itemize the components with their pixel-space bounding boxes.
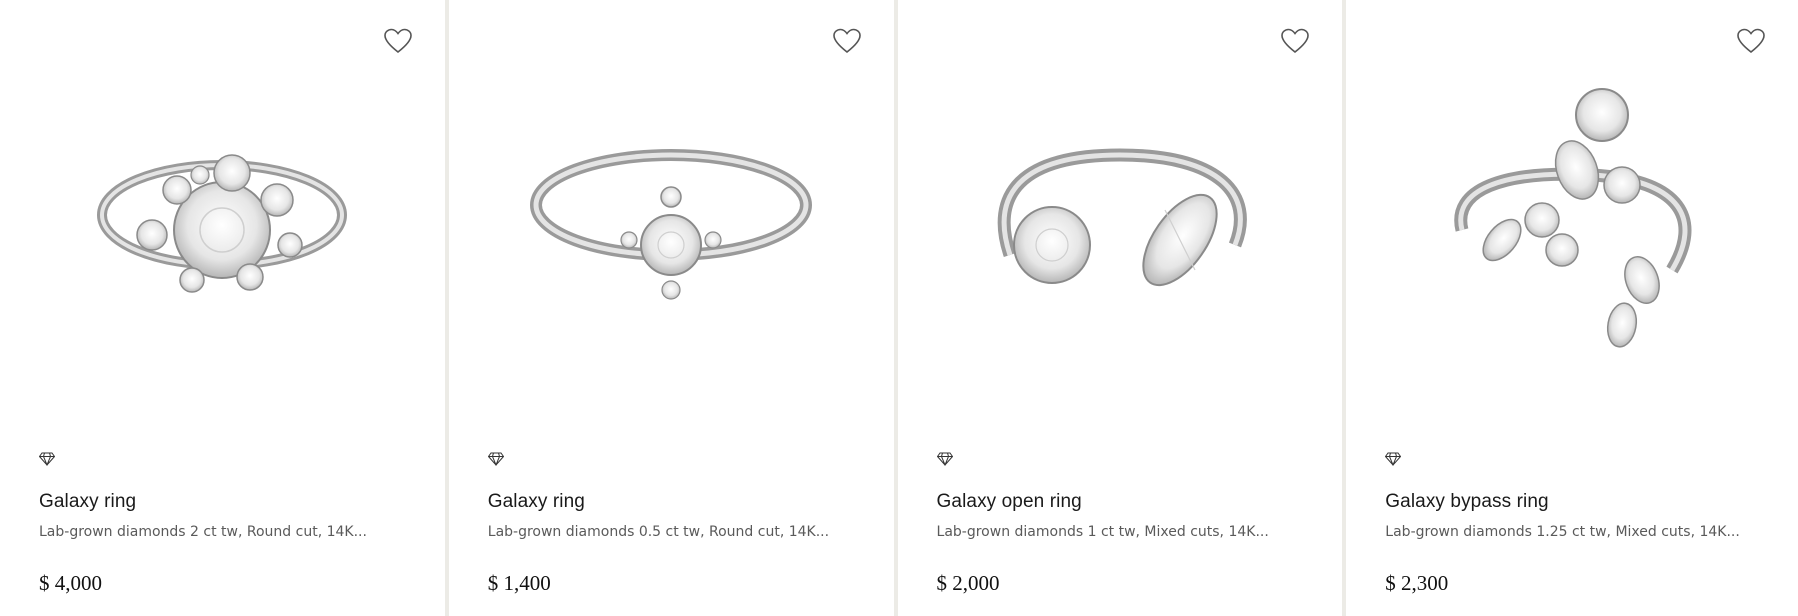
- product-grid: Galaxy ring Lab-grown diamonds 2 ct tw, …: [0, 0, 1798, 616]
- product-price: $ 1,400: [487, 571, 551, 595]
- product-price: $ 2,300: [1385, 571, 1449, 595]
- product-description: Lab-grown diamonds 2 ct tw, Round cut, 1…: [39, 524, 367, 540]
- product-card[interactable]: Galaxy open ring Lab-grown diamonds 1 ct…: [897, 0, 1343, 616]
- product-card[interactable]: Galaxy ring Lab-grown diamonds 2 ct tw, …: [0, 0, 445, 616]
- product-info: Galaxy open ring Lab-grown diamonds 1 ct…: [936, 452, 1313, 596]
- product-price: $ 2,000: [936, 571, 1000, 595]
- product-card[interactable]: Galaxy ring Lab-grown diamonds 0.5 ct tw…: [448, 0, 894, 616]
- ring-image: [530, 149, 813, 300]
- product-image[interactable]: [449, 50, 894, 380]
- product-image[interactable]: [0, 50, 445, 380]
- product-info: Galaxy ring Lab-grown diamonds 2 ct tw, …: [39, 452, 415, 596]
- product-name[interactable]: Galaxy ring: [488, 491, 864, 513]
- product-image[interactable]: [898, 50, 1343, 380]
- product-info: Galaxy bypass ring Lab-grown diamonds 1.…: [1385, 452, 1768, 596]
- product-name[interactable]: Galaxy ring: [39, 491, 415, 513]
- diamond-icon: [39, 452, 55, 466]
- product-description: Lab-grown diamonds 0.5 ct tw, Round cut,…: [487, 524, 830, 540]
- product-description: Lab-grown diamonds 1 ct tw, Mixed cuts, …: [936, 524, 1269, 540]
- diamond-icon: [487, 452, 504, 466]
- diamond-icon: [936, 452, 953, 466]
- product-card[interactable]: Galaxy bypass ring Lab-grown diamonds 1.…: [1346, 0, 1798, 616]
- diamond-icon: [1385, 452, 1402, 466]
- product-price: $ 4,000: [39, 571, 102, 595]
- product-name[interactable]: Galaxy bypass ring: [1385, 491, 1768, 513]
- product-name[interactable]: Galaxy open ring: [937, 491, 1313, 513]
- product-description: Lab-grown diamonds 1.25 ct tw, Mixed cut…: [1385, 524, 1740, 540]
- product-info: Galaxy ring Lab-grown diamonds 0.5 ct tw…: [487, 452, 864, 596]
- ring-image: [97, 154, 348, 293]
- product-image[interactable]: [1346, 50, 1798, 380]
- ring-image: [997, 148, 1247, 287]
- ring-image: [1454, 88, 1692, 348]
